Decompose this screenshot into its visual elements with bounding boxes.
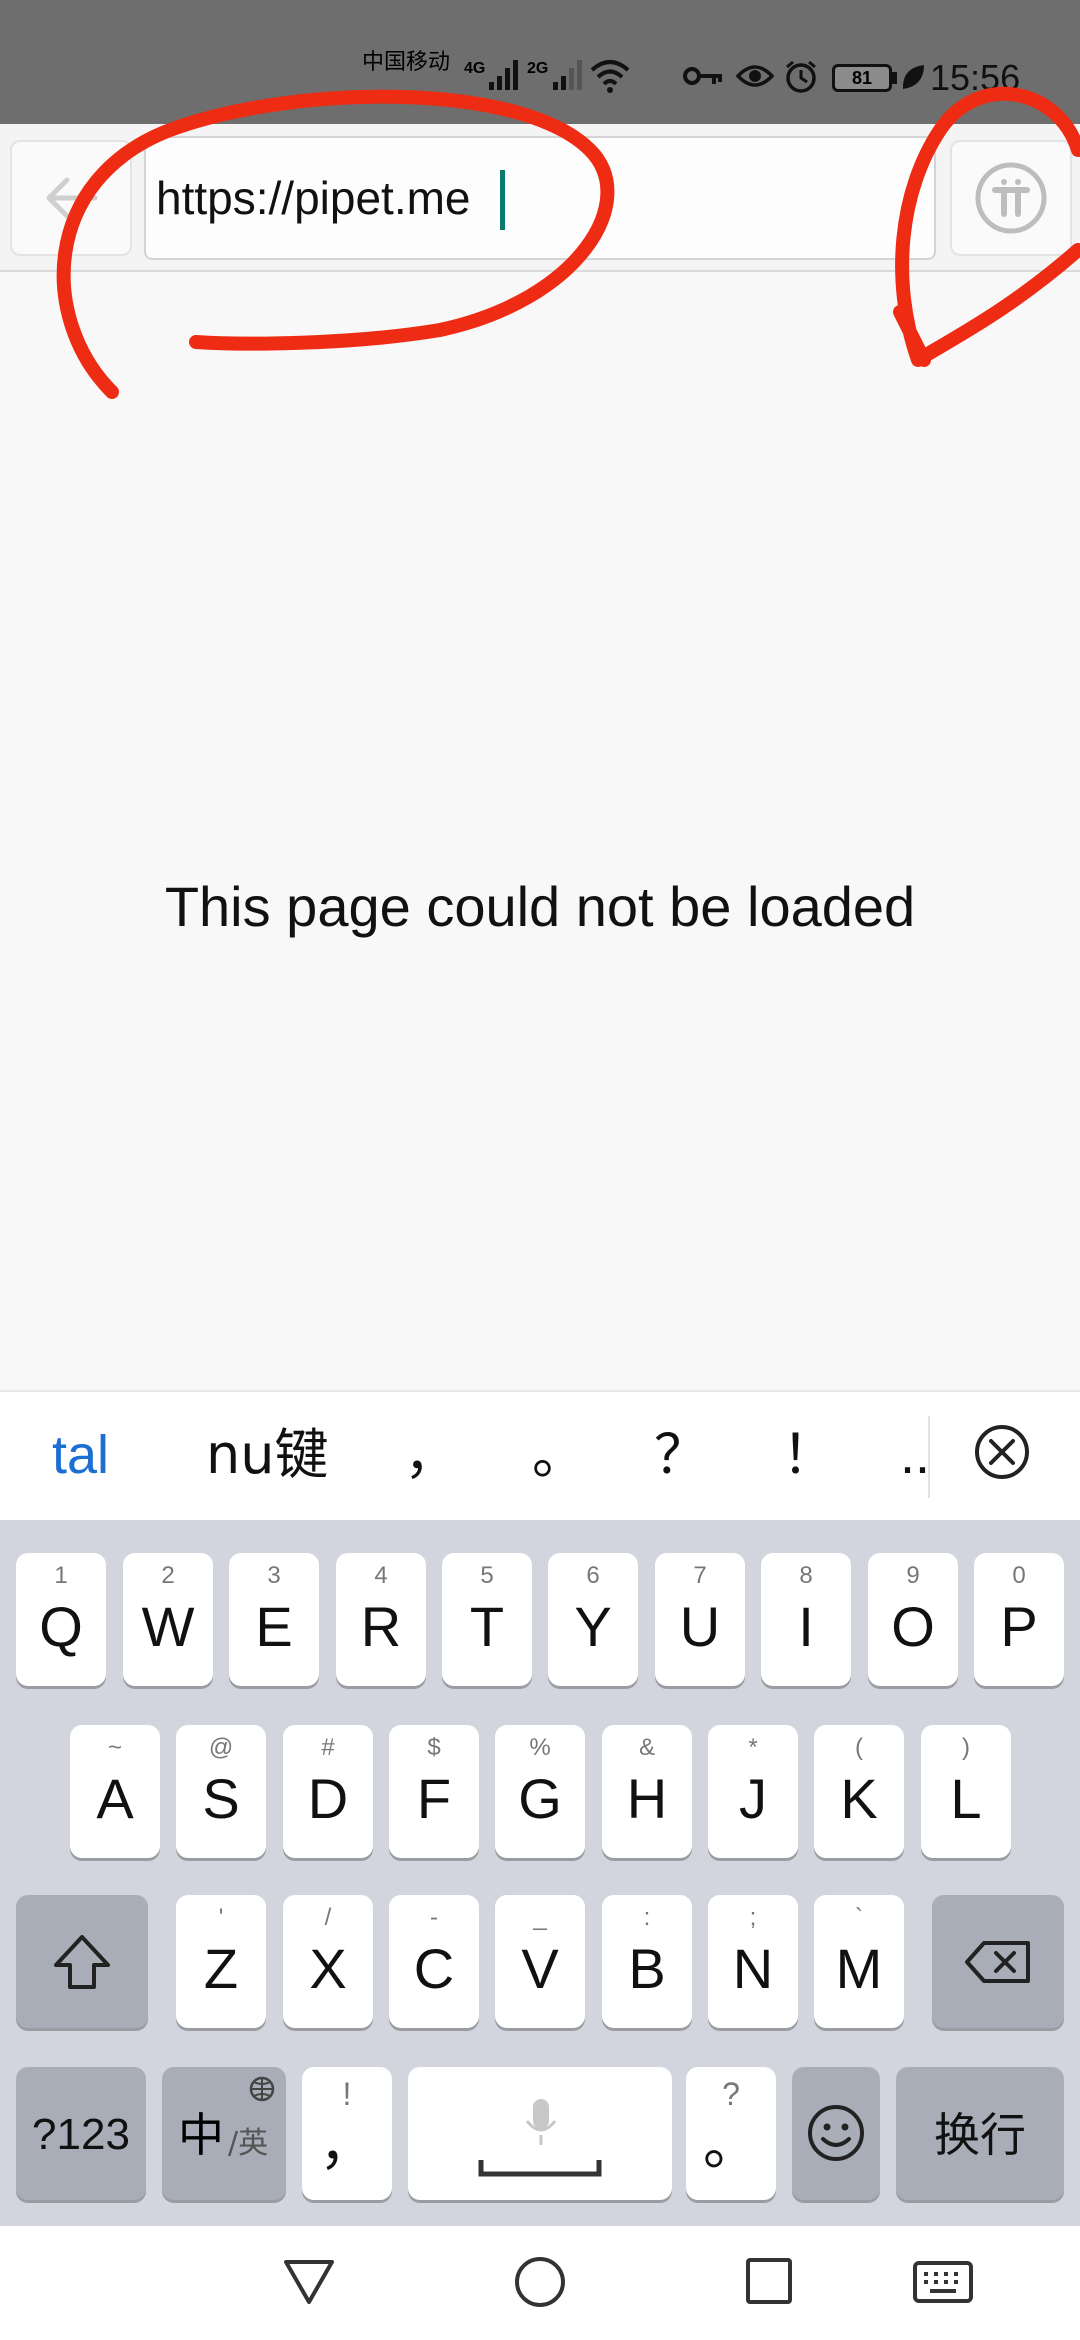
key-r[interactable]: 4R	[336, 1553, 426, 1686]
candidate-item[interactable]: ？	[654, 1420, 708, 1490]
key-d[interactable]: # D	[283, 1725, 373, 1858]
symbols-key[interactable]: ?123	[16, 2067, 146, 2200]
lang-chinese-label: 中	[178, 2108, 224, 2162]
key-m[interactable]: ` M	[814, 1895, 904, 2028]
key-k[interactable]: (K	[814, 1725, 904, 1858]
space-key[interactable]	[408, 2067, 672, 2200]
candidate-item[interactable]: tal	[52, 1420, 109, 1490]
language-switch-key[interactable]: 中 /英	[162, 2067, 286, 2200]
key-p[interactable]: 0P	[974, 1553, 1064, 1686]
recents-square-icon[interactable]	[744, 2256, 794, 2306]
annotation-circles	[56, 86, 1080, 399]
key-n[interactable]: ; N	[708, 1895, 798, 2028]
key-j[interactable]: * J	[708, 1725, 798, 1858]
period-key[interactable]: ? 。	[686, 2067, 776, 2200]
page-error-message: This page could not be loaded	[164, 875, 916, 938]
back-triangle-icon[interactable]	[282, 2256, 336, 2306]
key-c[interactable]: -C	[389, 1895, 479, 2028]
space-bar-icon	[478, 2160, 602, 2177]
key-z[interactable]: ' Z	[176, 1895, 266, 2028]
keyboard-hide-icon[interactable]	[912, 2260, 974, 2304]
enter-key[interactable]: 换行	[896, 2067, 1064, 2200]
lang-english-label: /英	[228, 2126, 269, 2161]
candidate-item[interactable]: ！	[782, 1420, 836, 1490]
key-x[interactable]: / X	[283, 1895, 373, 2028]
candidate-item[interactable]: nu键	[206, 1420, 328, 1490]
key-g[interactable]: % G	[495, 1725, 585, 1858]
shift-key[interactable]	[16, 1895, 148, 2028]
key-u[interactable]: 7U	[655, 1553, 745, 1686]
key-y[interactable]: 6Y	[548, 1553, 638, 1686]
key-a[interactable]: ~ A	[70, 1725, 160, 1858]
key-e[interactable]: 3E	[229, 1553, 319, 1686]
key-o[interactable]: 9O	[868, 1553, 958, 1686]
key-h[interactable]: & H	[602, 1725, 692, 1858]
key-l[interactable]: ) L	[921, 1725, 1011, 1858]
candidate-item[interactable]: 。	[532, 1420, 586, 1490]
backspace-icon	[965, 1941, 1030, 1983]
key-i[interactable]: 8I	[761, 1553, 851, 1686]
key-t[interactable]: 5T	[442, 1553, 532, 1686]
comma-key[interactable]: ! ，	[302, 2067, 392, 2200]
key-b[interactable]: :B	[602, 1895, 692, 2028]
emoji-key[interactable]	[792, 2067, 880, 2200]
key-s[interactable]: @ S	[176, 1725, 266, 1858]
candidate-divider	[928, 1416, 930, 1498]
shift-arrow-icon	[54, 1935, 110, 1989]
microphone-icon	[525, 2099, 557, 2145]
close-candidates-icon[interactable]	[972, 1422, 1032, 1482]
smiley-icon	[808, 2105, 864, 2161]
home-circle-icon[interactable]	[512, 2254, 568, 2310]
globe-icon	[249, 2076, 275, 2102]
candidate-item[interactable]: ..	[900, 1420, 930, 1490]
candidate-item[interactable]: ，	[404, 1420, 458, 1490]
key-q[interactable]: 1Q	[16, 1553, 106, 1686]
backspace-key[interactable]	[932, 1895, 1064, 2028]
key-w[interactable]: 2W	[123, 1553, 213, 1686]
key-v[interactable]: _ V	[495, 1895, 585, 2028]
key-f[interactable]: $ F	[389, 1725, 479, 1858]
